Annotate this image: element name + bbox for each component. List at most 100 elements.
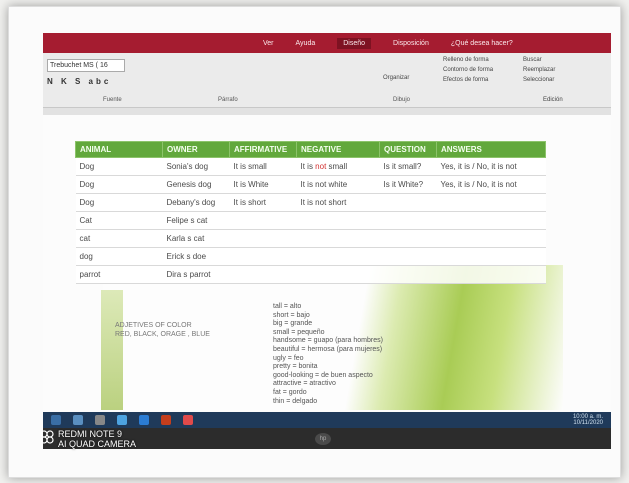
tell-me-search[interactable]: ¿Qué desea hacer? — [451, 40, 513, 47]
table-cell: Cat — [75, 211, 163, 230]
table-cell: cat — [75, 229, 163, 248]
document-page: ANIMAL OWNER AFFIRMATIVE NEGATIVE QUESTI… — [43, 115, 611, 412]
table-cell — [436, 265, 546, 284]
vocab-item: good-looking = de buen aspecto — [273, 371, 373, 379]
vocabulary-list: tall = alto short = bajo big = grande small… — [273, 303, 383, 406]
word-menubar: Ver Ayuda Diseño Disposición ¿Qué desea … — [43, 33, 611, 53]
vocab-item: tall = alto — [273, 303, 302, 310]
table-cell — [229, 265, 297, 284]
format-buttons[interactable]: N K S abc — [47, 77, 111, 86]
word-icon[interactable] — [139, 415, 149, 425]
menu-item-disposicion[interactable]: Disposición — [393, 40, 429, 47]
menu-item-ver[interactable]: Ver — [263, 40, 274, 47]
header-answers: ANSWERS — [436, 141, 546, 158]
table-cell: Genesis dog — [162, 175, 230, 194]
table-cell: dog — [75, 247, 163, 266]
adjectives-title: ADJETIVES OF COLOR — [115, 322, 192, 329]
table-header-row: ANIMAL OWNER AFFIRMATIVE NEGATIVE QUESTI… — [75, 141, 546, 158]
adjectives-list: RED, BLACK, ORAGE , BLUE — [115, 331, 210, 338]
start-icon[interactable] — [51, 415, 61, 425]
table-cell — [436, 229, 546, 248]
table-cell: Dog — [75, 157, 163, 176]
table-row: Cat Felipe s cat — [75, 211, 546, 230]
table-cell: Debany's dog — [162, 193, 230, 212]
group-parrafo: Párrafo — [218, 97, 238, 103]
vocab-item: small = pequeño — [273, 328, 325, 336]
replace-button[interactable]: Reemplazar — [523, 67, 555, 73]
table-cell — [436, 247, 546, 266]
table-cell — [379, 211, 437, 230]
shape-fill-button[interactable]: Relleno de forma — [443, 57, 489, 63]
watermark-line2: AI QUAD CAMERA — [58, 439, 137, 449]
table-cell: It is not white — [296, 175, 380, 194]
vocab-item: thin = delgado — [273, 397, 318, 405]
store-icon[interactable] — [95, 415, 105, 425]
header-question: QUESTION — [379, 141, 437, 158]
menu-item-ayuda[interactable]: Ayuda — [296, 40, 316, 47]
table-cell: Yes, it is / No, it is not — [436, 157, 546, 176]
browser-icon[interactable] — [117, 415, 127, 425]
photo-frame: Ver Ayuda Diseño Disposición ¿Qué desea … — [8, 6, 621, 478]
group-edicion: Edición — [543, 97, 563, 103]
vocab-item: pretty = bonita — [273, 363, 318, 371]
table-cell: Felipe s cat — [162, 211, 230, 230]
table-cell: Is it small? — [379, 157, 437, 176]
table-cell: It is White — [229, 175, 297, 194]
table-cell — [296, 229, 380, 248]
photographed-screen: Ver Ayuda Diseño Disposición ¿Qué desea … — [43, 33, 611, 449]
table-row: dog Erick s doe — [75, 247, 546, 266]
table-cell — [296, 265, 380, 284]
adjectives-color-box: ADJETIVES OF COLOR RED, BLACK, ORAGE , B… — [115, 321, 210, 339]
menu-item-diseno[interactable]: Diseño — [337, 37, 372, 49]
animals-table: ANIMAL OWNER AFFIRMATIVE NEGATIVE QUESTI… — [75, 141, 546, 284]
table-cell: It is short — [229, 193, 297, 212]
shape-effects-button[interactable]: Efectos de forma — [443, 77, 488, 83]
table-cell — [436, 211, 546, 230]
table-cell: Dog — [75, 175, 163, 194]
header-owner: OWNER — [162, 141, 230, 158]
table-cell — [379, 247, 437, 266]
header-animal: ANIMAL — [75, 141, 163, 158]
shape-outline-button[interactable]: Contorno de forma — [443, 67, 493, 73]
select-button[interactable]: Seleccionar — [523, 77, 554, 83]
table-row: parrot Dira s parrot — [75, 265, 546, 284]
taskbar-clock[interactable]: 10:00 a. m. 10/11/2020 — [573, 414, 603, 426]
camera-watermark-icon — [40, 430, 54, 444]
font-name-box[interactable]: Trebuchet MS ( 16 — [47, 59, 125, 72]
negation-highlight: not — [315, 162, 327, 171]
ribbon: Trebuchet MS ( 16 N K S abc Fuente Párra… — [43, 53, 611, 108]
group-dibujo: Dibujo — [393, 97, 411, 103]
table-cell — [229, 247, 297, 266]
arrange-button[interactable]: Organizar — [383, 75, 409, 81]
table-cell — [379, 265, 437, 284]
table-cell: It is small — [229, 157, 297, 176]
camera-watermark: REDMI NOTE 9 AI QUAD CAMERA — [58, 429, 136, 449]
table-body: Dog Sonia's dog It is small It is not small… — [75, 157, 546, 284]
pdf-icon[interactable] — [183, 415, 193, 425]
windows-taskbar: 10:00 a. m. 10/11/2020 — [43, 412, 611, 428]
find-button[interactable]: Buscar — [523, 57, 542, 63]
hp-logo: hp — [315, 433, 331, 445]
table-cell: Is it White? — [379, 175, 437, 194]
table-cell — [379, 229, 437, 248]
vocab-item: ugly = feo — [273, 354, 304, 362]
header-negative: NEGATIVE — [296, 141, 380, 158]
slide-green-bar — [101, 290, 123, 410]
powerpoint-icon[interactable] — [161, 415, 171, 425]
table-row: cat Karla s cat — [75, 229, 546, 248]
search-icon[interactable] — [73, 415, 83, 425]
table-cell: Dog — [75, 193, 163, 212]
vocab-item: big = grande — [273, 320, 313, 328]
header-affirmative: AFFIRMATIVE — [229, 141, 297, 158]
vocab-item: beautiful = hermosa (para mujeres) — [273, 345, 383, 353]
table-cell: Dira s parrot — [162, 265, 230, 284]
table-cell: parrot — [75, 265, 163, 284]
vocab-item: fat = gordo — [273, 388, 307, 396]
table-cell: It is not small — [296, 157, 380, 176]
table-cell — [229, 229, 297, 248]
table-cell — [296, 211, 380, 230]
table-row: Dog Sonia's dog It is small It is not small… — [75, 157, 546, 176]
table-cell — [229, 211, 297, 230]
vocab-item: handsome = guapo (para hombres) — [273, 337, 383, 345]
table-cell: Sonia's dog — [162, 157, 230, 176]
